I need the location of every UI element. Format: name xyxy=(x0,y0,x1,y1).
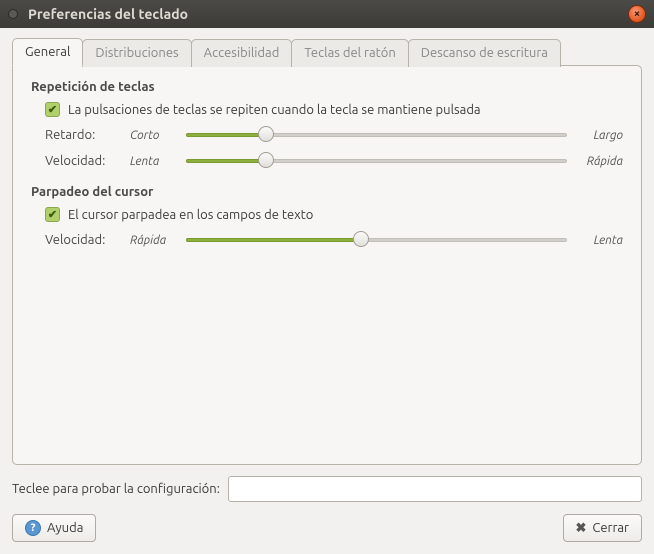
cursor-blink-checkbox[interactable]: ✔ xyxy=(45,207,60,222)
cursor-speed-label: Velocidad: xyxy=(45,233,130,247)
section-title-cursor: Parpadeo del cursor xyxy=(31,185,623,199)
test-typing-label: Teclee para probar la configuración: xyxy=(12,482,220,496)
repeat-checkbox-label: La pulsaciones de teclas se repiten cuan… xyxy=(68,103,481,117)
slider-fill xyxy=(186,133,266,137)
tab-label: Distribuciones xyxy=(95,46,178,60)
close-button-label: Cerrar xyxy=(592,521,629,535)
cursor-speed-min-hint: Rápida xyxy=(130,234,180,247)
delay-min-hint: Corto xyxy=(130,129,180,142)
section-title-repeat: Repetición de teclas xyxy=(31,80,623,94)
slider-fill xyxy=(186,159,266,163)
close-window-button[interactable]: × xyxy=(628,5,646,23)
test-typing-row: Teclee para probar la configuración: xyxy=(12,476,642,502)
tab-accessibility[interactable]: Accesibilidad xyxy=(191,39,293,67)
tab-mouse-keys[interactable]: Teclas del ratón xyxy=(291,39,408,67)
delay-slider[interactable] xyxy=(186,127,567,143)
tab-layouts[interactable]: Distribuciones xyxy=(82,39,191,67)
repeat-enabled-checkbox[interactable]: ✔ xyxy=(45,102,60,117)
tab-general[interactable]: General xyxy=(12,38,83,66)
window-title: Preferencias del teclado xyxy=(28,6,628,22)
tab-label: Accesibilidad xyxy=(204,46,280,60)
slider-fill xyxy=(186,238,361,242)
window-body: General Distribuciones Accesibilidad Tec… xyxy=(0,28,654,554)
tab-typing-break[interactable]: Descanso de escritura xyxy=(408,39,561,67)
cursor-checkbox-label: El cursor parpadea en los campos de text… xyxy=(68,208,313,222)
repeat-speed-min-hint: Lenta xyxy=(130,155,180,168)
titlebar: Preferencias del teclado × xyxy=(0,0,654,28)
cursor-checkbox-row: ✔ El cursor parpadea en los campos de te… xyxy=(31,207,623,222)
tab-label: General xyxy=(25,45,70,59)
test-typing-input[interactable] xyxy=(228,476,642,502)
app-menu-icon xyxy=(8,9,18,19)
cursor-speed-row: Velocidad: Rápida Lenta xyxy=(31,232,623,248)
repeat-speed-max-hint: Rápida xyxy=(573,155,623,168)
tab-label: Descanso de escritura xyxy=(421,46,548,60)
tab-panel-general: Repetición de teclas ✔ La pulsaciones de… xyxy=(12,65,642,465)
close-icon: × xyxy=(634,8,640,20)
repeat-speed-slider[interactable] xyxy=(186,153,567,169)
help-button-label: Ayuda xyxy=(47,521,83,535)
repeat-speed-label: Velocidad: xyxy=(45,154,130,168)
help-icon: ? xyxy=(25,520,41,536)
slider-thumb[interactable] xyxy=(258,126,274,142)
button-bar: ? Ayuda ✖ Cerrar xyxy=(12,514,642,542)
delay-row: Retardo: Corto Largo xyxy=(31,127,623,143)
delay-label: Retardo: xyxy=(45,128,130,142)
delay-max-hint: Largo xyxy=(573,129,623,142)
slider-thumb[interactable] xyxy=(353,231,369,247)
tab-bar: General Distribuciones Accesibilidad Tec… xyxy=(12,38,642,66)
close-icon: ✖ xyxy=(576,521,587,536)
close-button[interactable]: ✖ Cerrar xyxy=(563,514,643,542)
tab-label: Teclas del ratón xyxy=(304,46,395,60)
help-button[interactable]: ? Ayuda xyxy=(12,514,96,542)
cursor-speed-max-hint: Lenta xyxy=(573,234,623,247)
repeat-speed-row: Velocidad: Lenta Rápida xyxy=(31,153,623,169)
repeat-checkbox-row: ✔ La pulsaciones de teclas se repiten cu… xyxy=(31,102,623,117)
cursor-speed-slider[interactable] xyxy=(186,232,567,248)
slider-thumb[interactable] xyxy=(258,152,274,168)
